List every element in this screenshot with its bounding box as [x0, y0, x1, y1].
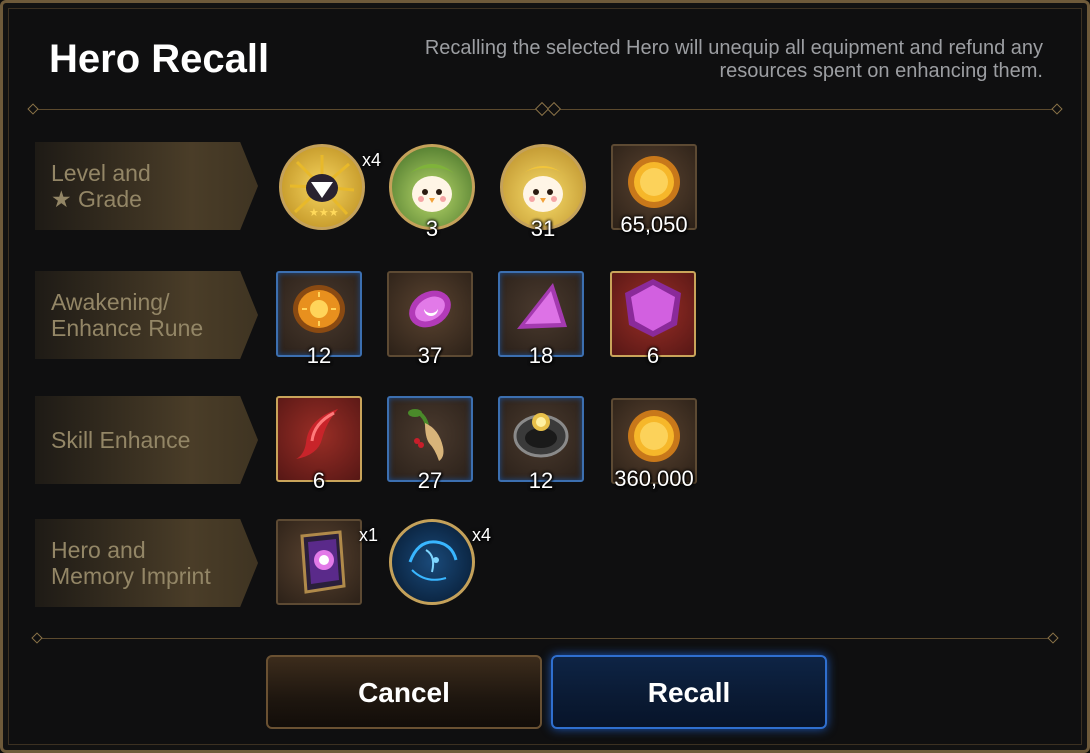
row-label-line: ★ Grade	[51, 186, 142, 212]
reward-item[interactable]: 12	[276, 271, 362, 368]
reward-item[interactable]: x4	[389, 519, 491, 605]
item-quantity: 18	[528, 343, 554, 368]
svg-text:★★★: ★★★	[309, 206, 339, 219]
reward-item[interactable]: 12	[498, 396, 584, 493]
gold-coin-icon	[628, 155, 680, 208]
moon-rune-small-icon	[409, 290, 451, 328]
memory-imprint-icon	[408, 540, 458, 581]
reward-item[interactable]: ★★★ x4	[279, 144, 381, 230]
item-quantity: 6	[646, 343, 660, 368]
dialog-description: Recalling the selected Hero will unequip…	[424, 37, 1043, 82]
item-quantity: 6	[312, 468, 326, 493]
reward-item[interactable]: 6	[276, 396, 362, 493]
row-label-line: Skill Enhance	[51, 427, 191, 453]
cancel-button[interactable]: Cancel	[266, 655, 542, 729]
item-quantity: 360,000	[614, 466, 694, 491]
reward-item[interactable]: 6	[610, 271, 696, 368]
item-quantity: 31	[530, 216, 556, 241]
dialog-title: Hero Recall	[49, 37, 270, 81]
item-quantity: 3	[425, 216, 439, 241]
reward-item[interactable]: 27	[387, 396, 473, 493]
reward-item[interactable]: x1	[276, 519, 378, 605]
item-quantity: 37	[417, 343, 443, 368]
sun-ring-icon	[513, 412, 569, 458]
row-label-hero-memory: Hero and Memory Imprint	[35, 519, 258, 607]
divider-end-ornament	[1047, 632, 1059, 644]
hero-recall-dialog: Hero Recall Recalling the selected Hero …	[0, 0, 1090, 753]
reward-item[interactable]: 3	[389, 144, 475, 241]
red-horn-icon	[296, 408, 338, 459]
divider-end-ornament	[27, 103, 39, 115]
recall-button[interactable]: Recall	[551, 655, 827, 729]
moon-rune-large-icon	[625, 278, 681, 337]
moon-rune-medium-icon	[517, 282, 567, 329]
green-penguin-icon	[409, 164, 455, 212]
ginseng-icon	[408, 408, 444, 461]
star-penguin-icon: ★★★	[289, 155, 355, 219]
reward-item[interactable]: 31	[500, 144, 586, 241]
item-multiplier: x4	[361, 150, 381, 170]
item-multiplier: x4	[471, 525, 491, 545]
item-quantity: 27	[417, 468, 443, 493]
row-label-skill-enhance: Skill Enhance	[35, 396, 258, 484]
row-label-line: Enhance Rune	[51, 315, 204, 341]
footer-divider	[39, 638, 1051, 639]
item-quantity: 65,050	[620, 212, 688, 237]
reward-item[interactable]: 360,000	[611, 398, 697, 491]
divider-center-ornament	[546, 101, 562, 117]
row-label-line: Awakening/	[51, 289, 170, 315]
item-quantity: 12	[528, 468, 554, 493]
reward-item[interactable]: 18	[498, 271, 584, 368]
reward-item[interactable]: 37	[387, 271, 473, 368]
gold-coin-icon	[628, 409, 680, 462]
row-label-line: Level and	[51, 160, 151, 186]
reward-item[interactable]: 65,050	[611, 144, 697, 237]
row-label-level-grade: Level and ★ Grade	[35, 142, 258, 230]
item-multiplier: x1	[358, 525, 378, 545]
row-label-line: Memory Imprint	[51, 563, 211, 589]
row-label-awakening-rune: Awakening/Enhance Rune	[35, 271, 258, 359]
yellow-penguin-icon	[520, 166, 566, 212]
divider-end-ornament	[31, 632, 43, 644]
item-quantity: 12	[306, 343, 332, 368]
row-label-line: Hero and	[51, 537, 146, 563]
sun-rune-icon	[293, 284, 345, 333]
divider-end-ornament	[1051, 103, 1063, 115]
hero-card-icon	[300, 530, 346, 594]
